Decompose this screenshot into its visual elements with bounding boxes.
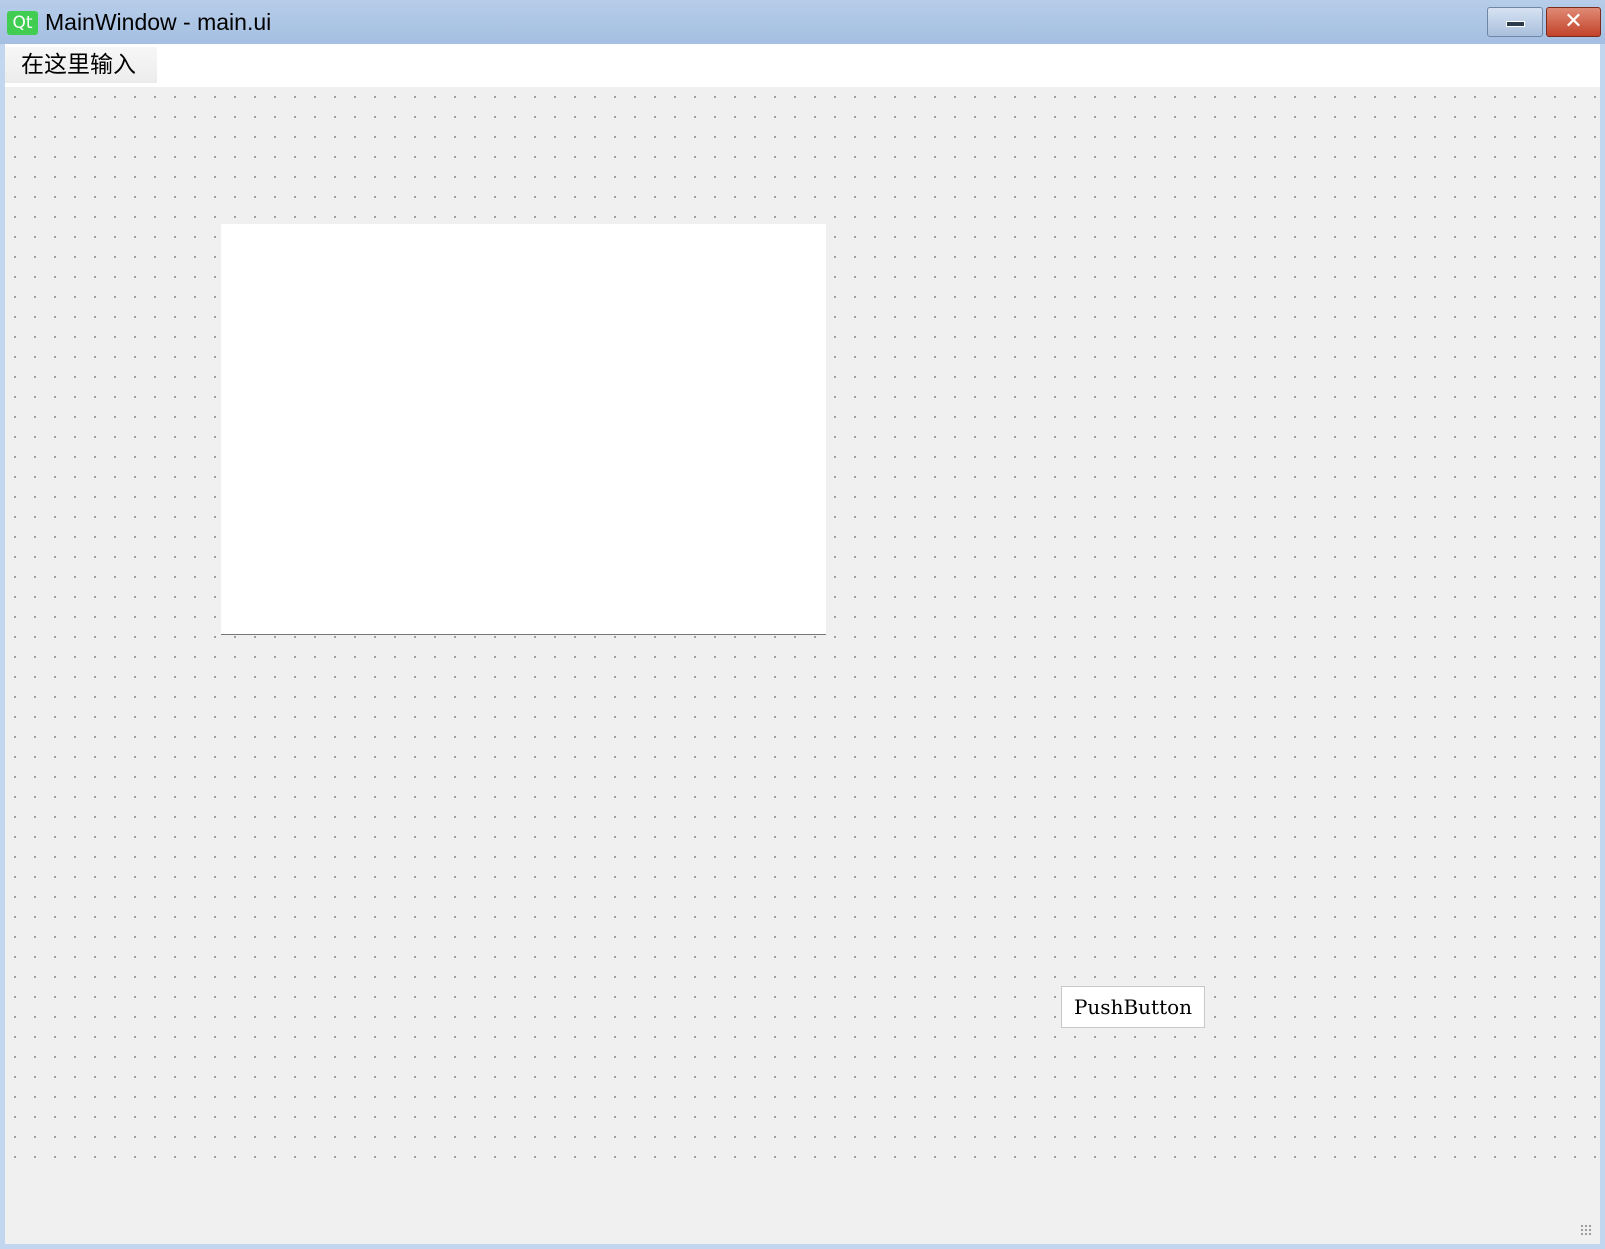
canvas-status-area <box>5 1172 1600 1244</box>
main-window: Qt MainWindow - main.ui ✕ 在这里输入 PushButt… <box>0 0 1605 1249</box>
title-bar[interactable]: Qt MainWindow - main.ui ✕ <box>0 0 1605 44</box>
close-icon: ✕ <box>1564 9 1583 34</box>
qt-logo-icon: Qt <box>7 11 38 35</box>
minimize-icon <box>1505 20 1525 27</box>
close-button[interactable]: ✕ <box>1546 7 1601 37</box>
minimize-button[interactable] <box>1487 7 1543 37</box>
menu-bar: 在这里输入 <box>5 44 1600 87</box>
menu-type-here[interactable]: 在这里输入 <box>5 47 157 83</box>
white-widget-area[interactable] <box>221 224 826 635</box>
window-title: MainWindow - main.ui <box>45 9 272 35</box>
push-button[interactable]: PushButton <box>1061 986 1205 1028</box>
resize-grip-icon[interactable] <box>1580 1224 1592 1236</box>
